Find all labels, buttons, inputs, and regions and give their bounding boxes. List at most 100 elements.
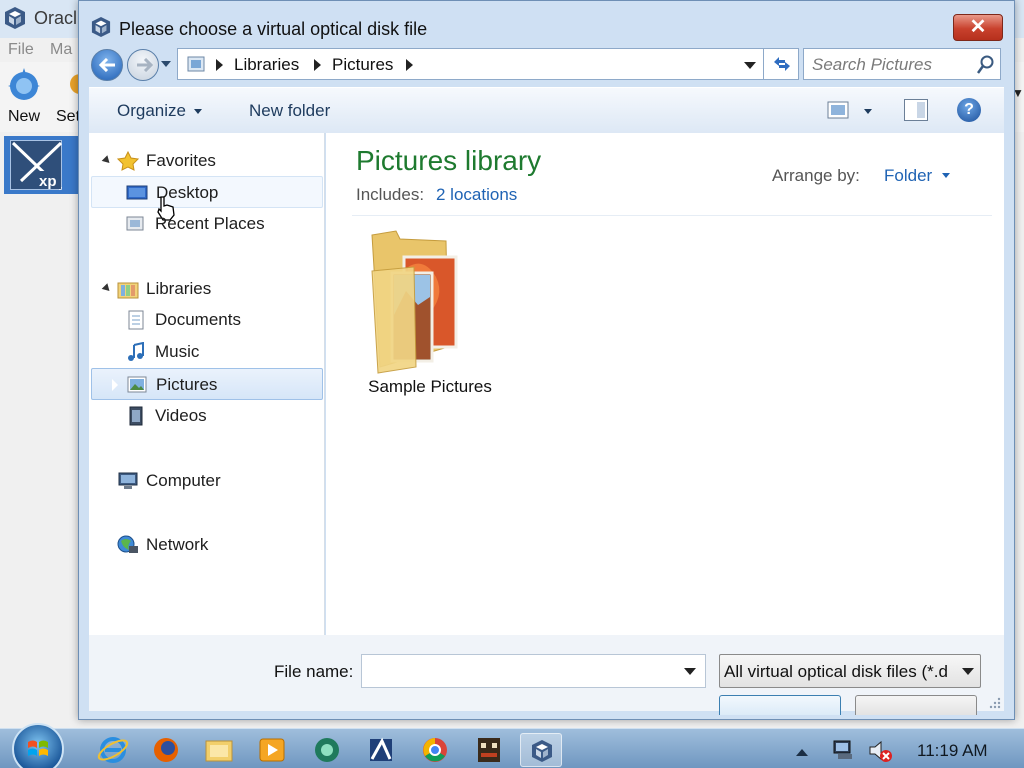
chevron-down-icon	[193, 109, 202, 115]
collapse-arrow-icon[interactable]	[101, 283, 113, 294]
nav-computer-label: Computer	[146, 471, 221, 490]
nav-documents-label: Documents	[155, 310, 241, 329]
search-icon[interactable]	[977, 55, 995, 75]
svg-text:xp: xp	[39, 173, 57, 190]
includes-label: Includes:	[356, 185, 425, 204]
nav-desktop[interactable]: Desktop	[91, 176, 323, 221]
nav-music[interactable]: Music	[91, 336, 323, 368]
virtualbox-icon	[91, 17, 111, 37]
folder-item[interactable]: Sample Pictures	[356, 225, 506, 401]
nav-computer[interactable]: Computer	[89, 465, 323, 497]
content-pane: Pictures library Includes: 2 locations A…	[326, 133, 1004, 635]
forward-button[interactable]	[127, 49, 159, 81]
nav-documents[interactable]: Documents	[91, 304, 323, 336]
firefox-icon[interactable]	[145, 733, 187, 767]
breadcrumb-separator-icon[interactable]	[216, 59, 223, 71]
libraries-icon	[117, 282, 139, 299]
breadcrumb-separator-icon[interactable]	[406, 59, 413, 71]
toolbar-settings-label[interactable]: Set	[56, 108, 80, 126]
file-explorer-icon[interactable]	[198, 733, 240, 767]
file-name-label: File name:	[274, 662, 354, 681]
navigation-pane: Favorites Desktop Recent Places Librarie…	[89, 133, 325, 635]
desktop-icon	[126, 185, 148, 200]
nav-libraries-label: Libraries	[146, 279, 212, 298]
folder-label: Sample Pictures	[368, 377, 492, 396]
virtualbox-icon	[5, 7, 25, 29]
arrange-by-dropdown[interactable]: Folder	[884, 166, 932, 186]
chat-app-icon[interactable]	[306, 733, 348, 767]
show-hidden-icons-button[interactable]	[796, 749, 808, 756]
new-folder-button[interactable]: New folder	[249, 101, 330, 121]
close-button[interactable]: ✕	[953, 14, 1003, 41]
toolbar-new-label[interactable]: New	[8, 108, 40, 126]
change-view-icon[interactable]	[827, 101, 849, 119]
search-input[interactable]	[812, 55, 972, 75]
videos-icon	[129, 406, 143, 426]
nav-music-label: Music	[155, 342, 200, 361]
organize-button[interactable]: Organize	[117, 101, 202, 121]
views-dropdown-icon[interactable]	[864, 109, 872, 114]
file-name-dropdown-icon[interactable]	[684, 668, 696, 675]
menu-file[interactable]: File	[8, 41, 34, 59]
resize-grip-icon[interactable]	[989, 697, 1001, 709]
chevron-down-icon[interactable]	[942, 173, 950, 178]
game-app-icon[interactable]	[468, 733, 510, 767]
new-machine-icon[interactable]	[6, 66, 42, 104]
back-arrow-icon	[99, 58, 115, 72]
preview-pane-button[interactable]	[904, 99, 928, 121]
video-editor-icon[interactable]	[360, 733, 402, 767]
address-bar[interactable]: Libraries Pictures	[177, 48, 767, 80]
recent-locations-dropdown[interactable]	[161, 61, 171, 67]
open-button[interactable]	[719, 695, 841, 715]
cancel-button[interactable]	[855, 695, 977, 715]
breadcrumb-libraries[interactable]: Libraries	[234, 55, 299, 75]
start-button[interactable]	[12, 723, 64, 768]
back-button[interactable]	[91, 49, 123, 81]
vm-list-item[interactable]: xp	[4, 136, 84, 194]
nav-network[interactable]: Network	[89, 529, 323, 561]
chrome-icon[interactable]	[414, 733, 456, 767]
pictures-library-icon	[187, 56, 205, 72]
search-box[interactable]	[803, 48, 1001, 80]
windows-logo-icon	[28, 740, 48, 756]
expand-arrow-icon[interactable]	[111, 378, 119, 392]
nav-favorites-label: Favorites	[146, 151, 216, 170]
forward-arrow-icon	[137, 58, 153, 72]
includes-locations-link[interactable]: 2 locations	[436, 185, 517, 205]
media-player-icon[interactable]	[251, 733, 293, 767]
address-history-dropdown[interactable]	[744, 62, 756, 69]
folder-icon	[371, 230, 458, 374]
file-name-bar: File name: All virtual optical disk file…	[89, 635, 1004, 715]
expand-arrow-icon[interactable]	[110, 409, 118, 423]
internet-explorer-icon[interactable]	[92, 733, 134, 767]
nav-pictures[interactable]: Pictures	[91, 368, 323, 400]
network-tray-icon[interactable]	[832, 739, 856, 761]
refresh-button[interactable]	[763, 48, 799, 80]
virtualbox-taskbar-button[interactable]	[520, 733, 562, 767]
star-icon	[117, 151, 139, 171]
expand-arrow-icon[interactable]	[102, 538, 110, 552]
system-clock[interactable]: 11:19 AM	[917, 741, 988, 761]
expand-arrow-icon[interactable]	[110, 345, 118, 359]
nav-libraries[interactable]: Libraries	[89, 273, 323, 305]
volume-muted-icon[interactable]	[868, 739, 894, 763]
collapse-arrow-icon[interactable]	[101, 155, 113, 166]
file-name-combobox[interactable]	[361, 654, 706, 688]
nav-videos[interactable]: Videos	[91, 400, 323, 432]
file-type-select[interactable]: All virtual optical disk files (*.d	[719, 654, 981, 688]
file-name-input[interactable]	[368, 661, 668, 681]
nav-favorites[interactable]: Favorites	[89, 145, 323, 177]
help-icon[interactable]: ?	[957, 98, 981, 122]
arrange-by-label: Arrange by:	[772, 166, 860, 185]
expand-arrow-icon[interactable]	[110, 313, 118, 327]
command-bar: Organize New folder ?	[89, 87, 1004, 133]
computer-icon	[118, 472, 138, 489]
nav-recent-places[interactable]: Recent Places	[91, 208, 323, 240]
menu-machine[interactable]: Ma	[50, 41, 72, 59]
breadcrumb-pictures[interactable]: Pictures	[332, 55, 393, 75]
breadcrumb-separator-icon[interactable]	[314, 59, 321, 71]
network-icon	[117, 535, 138, 553]
music-icon	[128, 342, 144, 361]
expand-arrow-icon[interactable]	[102, 474, 110, 488]
taskbar: 11:19 AM	[0, 723, 1024, 768]
